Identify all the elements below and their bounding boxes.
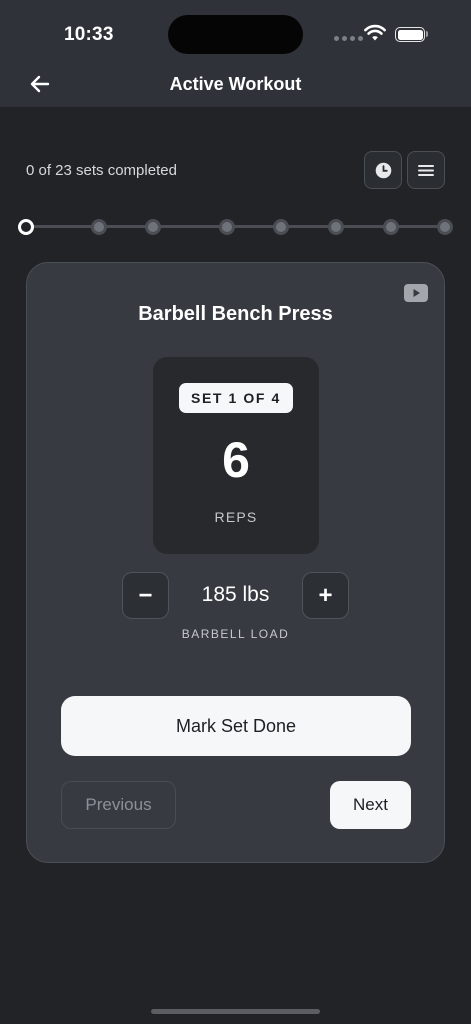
set-timeline xyxy=(0,212,471,242)
video-play-icon xyxy=(404,284,428,302)
timeline-step[interactable] xyxy=(219,219,235,235)
menu-button[interactable] xyxy=(407,151,445,189)
menu-list-icon xyxy=(418,164,434,176)
reps-value: 6 xyxy=(222,432,250,488)
status-time: 10:33 xyxy=(64,24,114,45)
cellular-signal-icon xyxy=(334,36,363,41)
mark-set-done-button[interactable]: Mark Set Done xyxy=(61,696,411,756)
timeline-step-current[interactable] xyxy=(18,219,34,235)
history-clock-icon xyxy=(375,162,391,178)
load-value: 185 lbs xyxy=(201,583,270,606)
wifi-icon xyxy=(364,24,386,41)
decrease-load-button[interactable]: − xyxy=(122,572,169,619)
load-label: BARBELL LOAD xyxy=(181,627,290,641)
page-title: Active Workout xyxy=(169,74,302,94)
status-bar: 10:33 xyxy=(0,0,471,62)
history-button[interactable] xyxy=(364,151,402,189)
video-button[interactable] xyxy=(403,283,429,303)
set-badge: SET 1 OF 4 xyxy=(179,383,293,413)
timeline-step[interactable] xyxy=(328,219,344,235)
reps-label: REPS xyxy=(214,509,258,525)
top-bar: 10:33 Active Workout xyxy=(0,0,471,107)
timeline-step[interactable] xyxy=(273,219,289,235)
home-indicator xyxy=(151,1009,320,1014)
set-info-box: SET 1 OF 4 6 REPS xyxy=(153,357,319,554)
sets-progress-text: 0 of 23 sets completed xyxy=(26,162,177,179)
timeline-step[interactable] xyxy=(437,219,453,235)
exercise-card: Barbell Bench Press SET 1 OF 4 6 REPS − … xyxy=(26,262,445,863)
timeline-step[interactable] xyxy=(91,219,107,235)
battery-icon xyxy=(395,27,425,42)
exercise-name: Barbell Bench Press xyxy=(138,303,333,325)
previous-button[interactable]: Previous xyxy=(61,781,176,829)
increase-load-button[interactable]: + xyxy=(302,572,349,619)
app-header: Active Workout xyxy=(0,62,471,107)
next-button[interactable]: Next xyxy=(330,781,411,829)
dynamic-island xyxy=(168,15,303,54)
battery-cap xyxy=(426,31,428,37)
timeline-step[interactable] xyxy=(383,219,399,235)
timeline-step[interactable] xyxy=(145,219,161,235)
